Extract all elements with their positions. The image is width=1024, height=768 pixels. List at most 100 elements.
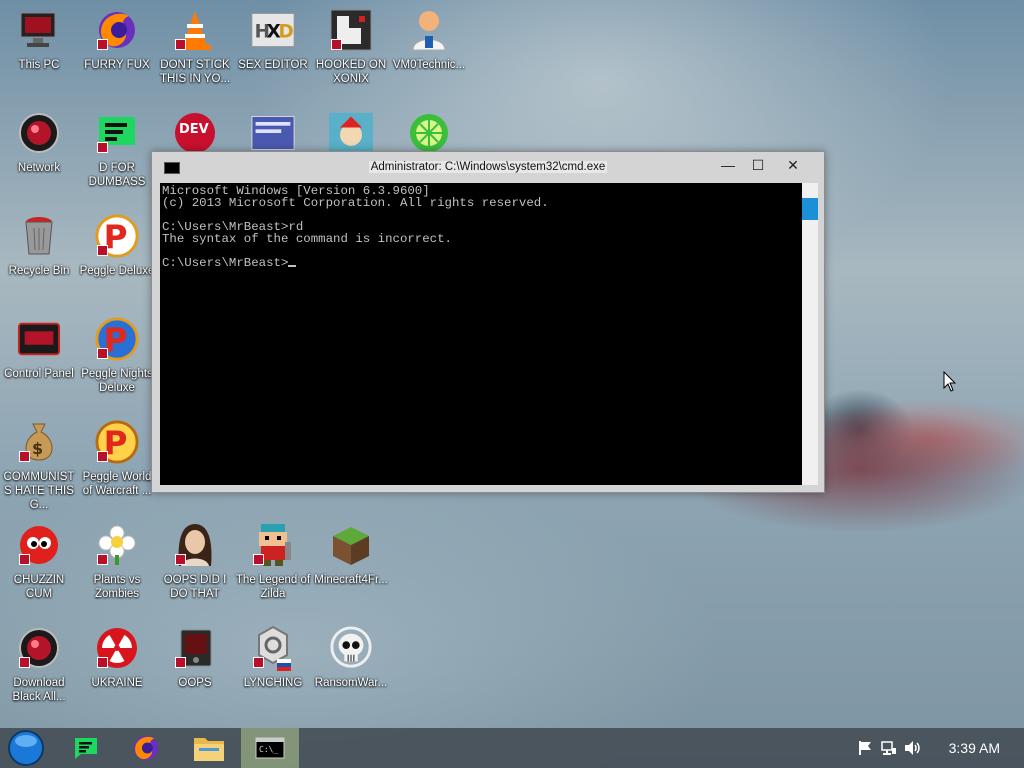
folder-icon <box>194 738 224 761</box>
taskbar-file-explorer[interactable] <box>180 728 238 768</box>
desktop-icon-label: DONT STICK THIS IN YO... <box>159 59 231 85</box>
taskbar-cmd[interactable]: C:\_ <box>241 728 299 768</box>
cmd-icon: C:\_ <box>255 737 285 759</box>
shield-icon <box>97 142 108 153</box>
taskbar-green-app[interactable] <box>57 728 115 768</box>
green-chat-icon <box>95 111 139 155</box>
lime-icon <box>407 111 451 155</box>
desktop-icon-xmas-game[interactable] <box>312 111 390 155</box>
network-icon[interactable] <box>880 740 898 759</box>
console-prompt-line[interactable]: C:\Users\MrBeast> <box>162 257 800 269</box>
desktop-icon-label: Peggle Deluxe <box>79 265 155 277</box>
desktop-icon-recycle-bin[interactable]: Recycle Bin <box>0 214 78 278</box>
peggle-wow-icon: P <box>95 420 139 464</box>
desktop-icon-d-for-dumbass[interactable]: D FOR DUMBASS <box>78 111 156 189</box>
desktop-icon-peggle-nights[interactable]: P Peggle Nights Deluxe <box>78 317 156 395</box>
desktop-icon-label: This PC <box>18 59 60 71</box>
shield-icon <box>97 348 108 359</box>
shield-icon <box>97 451 108 462</box>
dark-device-icon <box>173 626 217 670</box>
desktop-icon-peggle-wow[interactable]: P Peggle World of Warcraft ... <box>78 420 156 498</box>
vertical-scrollbar[interactable] <box>802 183 818 485</box>
portrait-icon <box>173 523 217 567</box>
minecraft-block-icon <box>329 523 373 567</box>
minimize-button[interactable]: — <box>713 154 743 176</box>
desktop-icon-label: UKRAINE <box>91 677 143 689</box>
desktop-icon-plants-vs-zombies[interactable]: Plants vs Zombies <box>78 523 156 601</box>
desktop-icon-chuzzin[interactable]: CHUZZIN CUM <box>0 523 78 601</box>
desktop-icon-ukraine[interactable]: UKRAINE <box>78 626 156 690</box>
desktop-icon-this-pc[interactable]: This PC <box>0 8 78 72</box>
plant-flower-icon <box>95 523 139 567</box>
desktop-icon-label: LYNCHING <box>243 677 303 689</box>
gear-noose-icon <box>251 625 295 671</box>
shield-icon <box>19 657 30 668</box>
svg-text:C:\_: C:\_ <box>259 745 278 754</box>
desktop-icon-label: Network <box>17 162 61 174</box>
shield-icon <box>175 657 186 668</box>
desktop-icon-lynching[interactable]: LYNCHING <box>234 625 312 690</box>
console-output[interactable]: Microsoft Windows [Version 6.3.9600] (c)… <box>160 183 802 485</box>
desktop-icon-ransomware[interactable]: RansomWar... <box>312 626 390 690</box>
desktop-icon-label: Control Panel <box>4 368 74 380</box>
desktop-icon-app-window[interactable] <box>234 111 312 155</box>
taskbar-firefox[interactable] <box>117 728 175 768</box>
desktop-icon-label: VM0Technic... <box>392 59 466 71</box>
desktop-icon-network[interactable]: Network <box>0 111 78 175</box>
cmd-titlebar[interactable]: Administrator: C:\Windows\system32\cmd.e… <box>152 152 824 182</box>
desktop-icon-communists[interactable]: $ COMMUNISTS HATE THIS G... <box>0 420 78 512</box>
cmd-window[interactable]: Administrator: C:\Windows\system32\cmd.e… <box>151 151 825 493</box>
recycle-bin-icon <box>17 214 61 258</box>
desktop-icon-peggle-deluxe[interactable]: P Peggle Deluxe <box>78 214 156 278</box>
desktop-icon-label: D FOR DUMBASS <box>88 162 146 188</box>
shield-icon <box>97 657 108 668</box>
dark-orb-icon <box>17 626 61 670</box>
desktop-icon-label: RansomWar... <box>314 677 388 689</box>
desktop-icon-label: Peggle Nights Deluxe <box>81 368 153 394</box>
taskbar: C:\_ 3:39 AM <box>0 728 1024 768</box>
scrollbar-thumb[interactable] <box>802 198 818 220</box>
shield-icon <box>19 451 30 462</box>
desktop[interactable]: This PC FURRY FUX DONT STICK THIS IN YO.… <box>0 0 1024 768</box>
desktop-icon-label: Download Black All... <box>12 677 66 703</box>
desktop-icon-sex-editor[interactable]: HXD SEX EDITOR <box>234 8 312 72</box>
desktop-icon-oops-did-i[interactable]: OOPS DID I DO THAT <box>156 523 234 601</box>
maximize-button[interactable]: ☐ <box>743 154 773 176</box>
desktop-icon-label: CHUZZIN CUM <box>13 574 65 600</box>
desktop-icon-legend-of-zilda[interactable]: The Legend of Zilda <box>234 523 312 601</box>
desktop-icon-label: The Legend of Zilda <box>235 574 311 600</box>
game-character-icon <box>329 111 373 155</box>
network-orb-icon <box>17 111 61 155</box>
control-panel-icon <box>17 317 61 361</box>
desktop-icon-minecraft[interactable]: Minecraft4Fr... <box>312 523 390 587</box>
volume-icon[interactable] <box>904 740 922 759</box>
text-cursor <box>288 265 297 267</box>
desktop-icon-label: Plants vs Zombies <box>93 574 141 600</box>
desktop-icon-download-black[interactable]: Download Black All... <box>0 626 78 704</box>
minimize-icon: — <box>721 157 735 173</box>
maximize-icon: ☐ <box>751 156 765 173</box>
dev-cpp-icon: DEV <box>173 111 217 155</box>
desktop-icon-furry-fux[interactable]: FURRY FUX <box>78 8 156 72</box>
money-bag-icon: $ <box>17 420 61 464</box>
taskbar-clock[interactable]: 3:39 AM <box>949 740 1000 756</box>
desktop-icon-vm0technic[interactable]: VM0Technic... <box>390 8 468 72</box>
mouse-pointer-icon <box>943 370 957 398</box>
desktop-icon-dev-cpp[interactable]: DEV <box>156 111 234 155</box>
svg-text:DEV: DEV <box>179 122 209 137</box>
peggle-nights-icon: P <box>95 317 139 361</box>
desktop-icon-control-panel[interactable]: Control Panel <box>0 317 78 381</box>
desktop-icon-dont-stick[interactable]: DONT STICK THIS IN YO... <box>156 8 234 86</box>
console-prompt: C:\Users\MrBeast> <box>162 256 289 270</box>
desktop-icon-lime[interactable] <box>390 111 468 155</box>
desktop-icon-label: Minecraft4Fr... <box>314 574 388 586</box>
radiation-icon <box>95 626 139 670</box>
shield-icon <box>253 554 264 565</box>
close-button[interactable]: ✕ <box>778 154 808 176</box>
desktop-icon-hooked-on-xonix[interactable]: HOOKED ON XONIX <box>312 8 390 86</box>
flag-icon[interactable] <box>856 740 874 759</box>
desktop-icon-label: OOPS DID I DO THAT <box>163 574 227 600</box>
start-button[interactable] <box>0 728 52 768</box>
desktop-icon-oops[interactable]: OOPS <box>156 626 234 690</box>
shield-icon <box>253 657 264 668</box>
